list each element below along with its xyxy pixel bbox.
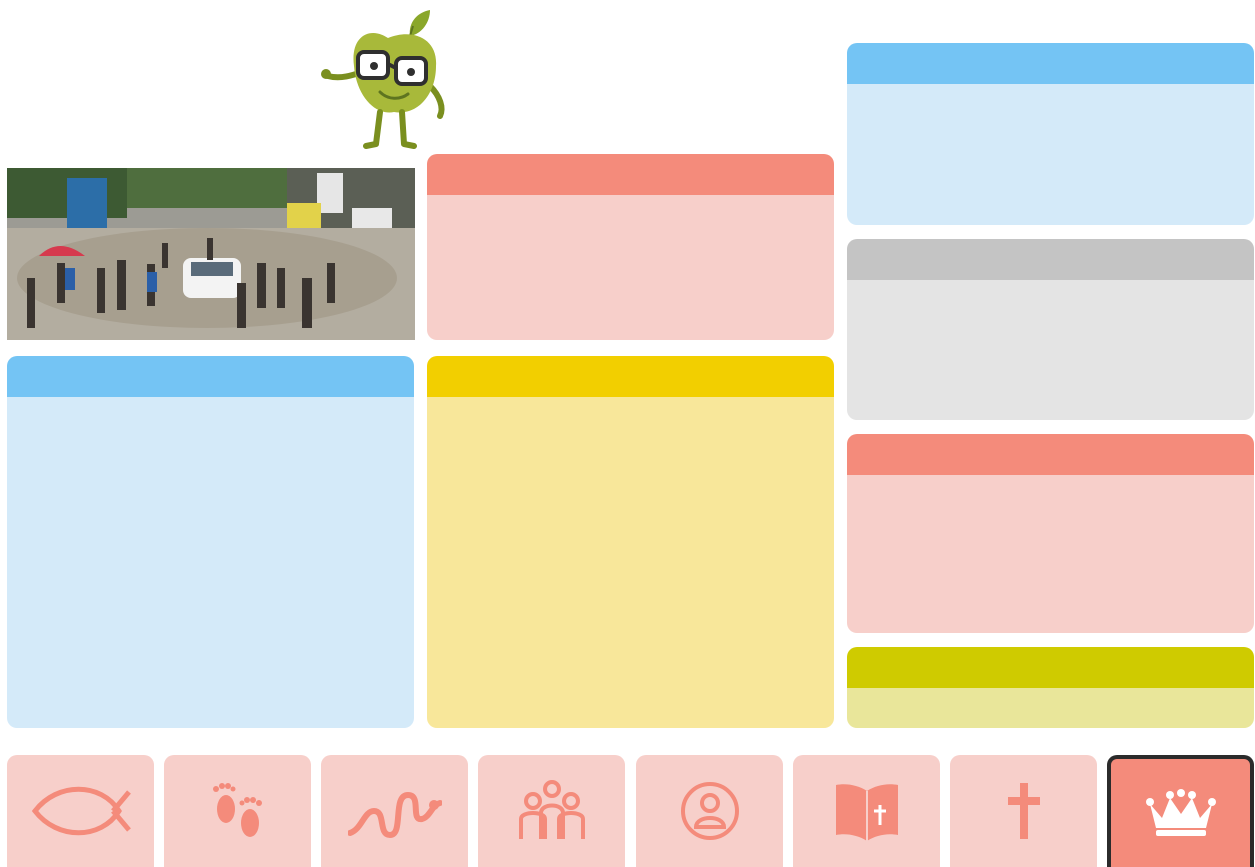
- person-circle-icon: [680, 782, 739, 840]
- serpent-icon: [347, 791, 442, 839]
- nav-tile-crown[interactable]: [1107, 755, 1254, 867]
- nav-tile-fish[interactable]: [7, 755, 154, 867]
- bible-icon: [835, 784, 898, 841]
- panel-header: [427, 356, 834, 397]
- family-icon: [518, 780, 585, 839]
- flooded-street-photo: [7, 168, 415, 340]
- panel-body: [7, 397, 414, 728]
- panel-header: [847, 239, 1254, 280]
- panel-left-large: [7, 356, 414, 728]
- cross-icon: [1007, 783, 1040, 839]
- nav-tile-family[interactable]: [478, 755, 625, 867]
- panel-right-salmon: [847, 434, 1254, 633]
- nav-tile-footprints[interactable]: [164, 755, 311, 867]
- panel-header: [7, 356, 414, 397]
- panel-photo-caption: [427, 154, 834, 340]
- panel-body: [427, 195, 834, 340]
- panel-center-large: [427, 356, 834, 728]
- fish-icon: [31, 786, 131, 836]
- panel-right-gray: [847, 239, 1254, 420]
- panel-body: [847, 475, 1254, 633]
- panel-body: [847, 280, 1254, 420]
- panel-body: [427, 397, 834, 728]
- panel-right-bottom: [847, 647, 1254, 728]
- panel-header: [847, 43, 1254, 84]
- nav-tile-cross[interactable]: [950, 755, 1097, 867]
- crown-icon: [1145, 789, 1216, 836]
- panel-body: [847, 688, 1254, 728]
- panel-right-top: [847, 43, 1254, 225]
- panel-header: [427, 154, 834, 195]
- panel-body: [847, 84, 1254, 225]
- nav-tile-bible[interactable]: [793, 755, 940, 867]
- nav-tile-person[interactable]: [636, 755, 783, 867]
- footprints-icon: [212, 783, 262, 837]
- nav-tile-serpent[interactable]: [321, 755, 468, 867]
- apple-mascot-icon: [318, 8, 453, 158]
- panel-header: [847, 647, 1254, 688]
- panel-header: [847, 434, 1254, 475]
